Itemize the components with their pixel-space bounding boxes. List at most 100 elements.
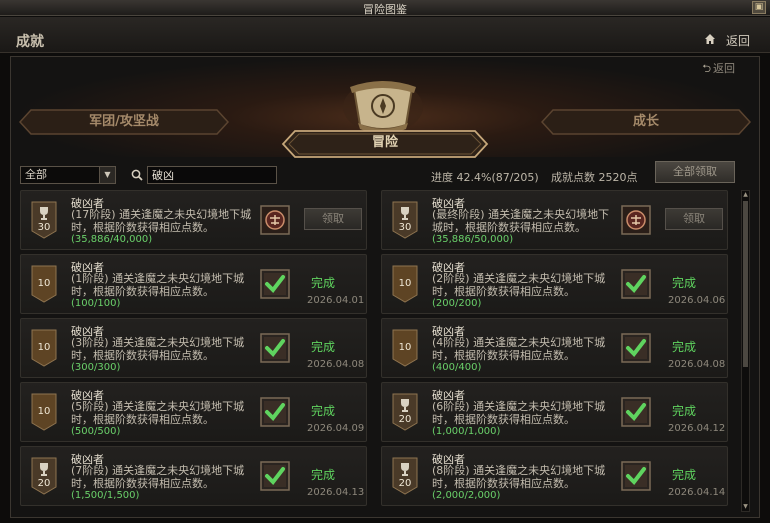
search-input[interactable] [147,166,277,184]
category-dropdown[interactable]: 全部 ▼ [20,166,116,184]
window-title: 冒险图鉴 [363,3,407,16]
badge-points: 20 [398,414,412,425]
achievement-card[interactable]: 10 破凶者 (5阶段) 通关逢魔之未央幻境地下城时，根据阶数获得相应点数。 (… [20,382,367,442]
scroll-emblem-icon [343,81,423,134]
status-complete: 完成 [672,468,697,482]
points-label: 成就点数 2520点 [551,171,638,184]
achievement-description: (8阶段) 通关逢魔之未央幻境地下城时，根据阶数获得相应点数。 [432,464,606,490]
page-header: 成就 返回 [0,17,770,53]
checkmark-reward-icon[interactable] [621,269,651,299]
achievement-description: (3阶段) 通关逢魔之未央幻境地下城时，根据阶数获得相应点数。 [71,336,245,362]
hero-banner: ⮌ 返回 军团/攻坚战 成长 冒险 [11,57,759,159]
completion-date: 2026.04.08 [307,359,365,370]
status-complete: 完成 [311,404,336,418]
badge-points: 10 [37,278,51,289]
trophy-badge-icon: 20 [392,457,418,495]
claim-button[interactable]: 领取 [304,208,362,230]
achievement-progress: (100/100) [71,298,121,309]
achievement-progress: (400/400) [432,362,482,373]
achievement-card[interactable]: 10 破凶者 (1阶段) 通关逢魔之未央幻境地下城时，根据阶数获得相应点数。 (… [20,254,367,314]
point-badge-icon: 10 [31,393,57,431]
achievement-card[interactable]: 20 破凶者 (7阶段) 通关逢魔之未央幻境地下城时，根据阶数获得相应点数。 (… [20,446,367,506]
checkmark-reward-icon[interactable] [260,461,290,491]
achievement-progress: (200/200) [432,298,482,309]
badge-points: 30 [37,222,51,233]
point-badge-icon: 10 [392,329,418,367]
completion-date: 2026.04.09 [307,423,365,434]
achievement-description: (17阶段) 通关逢魔之未央幻境地下城时，根据阶数获得相应点数。 [71,208,252,234]
badge-points: 10 [398,342,412,353]
achievement-description: (4阶段) 通关逢魔之未央幻境地下城时，根据阶数获得相应点数。 [432,336,606,362]
achievement-progress: (500/500) [71,426,121,437]
achievement-card[interactable]: 10 破凶者 (3阶段) 通关逢魔之未央幻境地下城时，根据阶数获得相应点数。 (… [20,318,367,378]
achievement-progress: (35,886/40,000) [71,234,153,245]
checkmark-reward-icon[interactable] [260,333,290,363]
locked-reward-icon[interactable] [621,205,651,235]
status-complete: 完成 [672,404,697,418]
status-complete: 完成 [311,468,336,482]
trophy-badge-icon: 20 [392,393,418,431]
search-icon [131,169,143,181]
checkmark-reward-icon[interactable] [621,397,651,427]
point-badge-icon: 10 [392,265,418,303]
tab-growth[interactable]: 成长 [541,109,751,135]
checkmark-reward-icon[interactable] [621,461,651,491]
tab-adventure[interactable]: 冒险 [281,129,489,159]
checkmark-reward-icon[interactable] [621,333,651,363]
completion-date: 2026.04.14 [668,487,726,498]
achievement-card[interactable]: 20 破凶者 (6阶段) 通关逢魔之未央幻境地下城时，根据阶数获得相应点数。 (… [381,382,728,442]
achievement-description: (7阶段) 通关逢魔之未央幻境地下城时，根据阶数获得相应点数。 [71,464,245,490]
achievement-card[interactable]: 30 破凶者 (17阶段) 通关逢魔之未央幻境地下城时，根据阶数获得相应点数。 … [20,190,367,250]
checkmark-reward-icon[interactable] [260,397,290,427]
status-complete: 完成 [672,340,697,354]
achievement-progress: (35,886/50,000) [432,234,514,245]
chevron-down-icon[interactable]: ▼ [99,167,115,183]
tab-legion-siege-label: 军团/攻坚战 [89,114,159,129]
status-complete: 完成 [311,340,336,354]
achievement-panel: ⮌返回 军团/攻坚战 成长 冒险 全部 ▼ 进度 42.4%(87 [10,56,760,518]
status-complete: 完成 [672,276,697,290]
back-button[interactable]: 返回 [726,32,750,49]
return-arrow-icon: ⮌ [702,62,711,75]
badge-points: 30 [398,222,412,233]
achievement-description: (最终阶段) 通关逢魔之未央幻境地下城时，根据阶数获得相应点数。 [432,208,610,234]
tab-legion-siege[interactable]: 军团/攻坚战 [19,109,229,135]
badge-points: 10 [37,342,51,353]
badge-points: 10 [37,406,51,417]
sub-back-button[interactable]: ⮌ 返回 [702,60,735,79]
achievement-card[interactable]: 30 破凶者 (最终阶段) 通关逢魔之未央幻境地下城时，根据阶数获得相应点数。 … [381,190,728,250]
achievement-card[interactable]: 20 破凶者 (8阶段) 通关逢魔之未央幻境地下城时，根据阶数获得相应点数。 (… [381,446,728,506]
point-badge-icon: 10 [31,329,57,367]
home-icon[interactable] [704,33,716,45]
category-dropdown-value: 全部 [25,168,47,181]
trophy-badge-icon: 20 [31,457,57,495]
achievement-card[interactable]: 10 破凶者 (2阶段) 通关逢魔之未央幻境地下城时，根据阶数获得相应点数。 (… [381,254,728,314]
achievement-progress: (1,000/1,000) [432,426,501,437]
locked-reward-icon[interactable] [260,205,290,235]
achievement-description: (6阶段) 通关逢魔之未央幻境地下城时，根据阶数获得相应点数。 [432,400,606,426]
scroll-up-icon[interactable]: ▲ [742,191,749,199]
tab-adventure-label: 冒险 [371,135,398,150]
completion-date: 2026.04.01 [307,295,365,306]
achievement-list: 30 破凶者 (17阶段) 通关逢魔之未央幻境地下城时，根据阶数获得相应点数。 … [20,190,740,512]
achievement-card[interactable]: 10 破凶者 (4阶段) 通关逢魔之未央幻境地下城时，根据阶数获得相应点数。 (… [381,318,728,378]
trophy-badge-icon: 30 [31,201,57,239]
achievement-description: (1阶段) 通关逢魔之未央幻境地下城时，根据阶数获得相应点数。 [71,272,245,298]
status-complete: 完成 [311,276,336,290]
badge-points: 20 [37,478,51,489]
trophy-badge-icon: 30 [392,201,418,239]
completion-date: 2026.04.12 [668,423,726,434]
scroll-down-icon[interactable]: ▼ [742,503,749,511]
completion-date: 2026.04.08 [668,359,726,370]
claim-all-button[interactable]: 全部领取 [655,161,735,183]
claim-button[interactable]: 领取 [665,208,723,230]
sub-back-label: 返回 [713,62,735,75]
tab-growth-label: 成长 [632,114,659,129]
checkmark-reward-icon[interactable] [260,269,290,299]
badge-points: 20 [398,478,412,489]
scrollbar-thumb[interactable] [743,201,748,367]
page-title: 成就 [16,34,44,50]
achievement-progress: (300/300) [71,362,121,373]
restore-icon[interactable]: ▣ [752,1,766,14]
scrollbar[interactable]: ▲ ▼ [741,190,750,512]
